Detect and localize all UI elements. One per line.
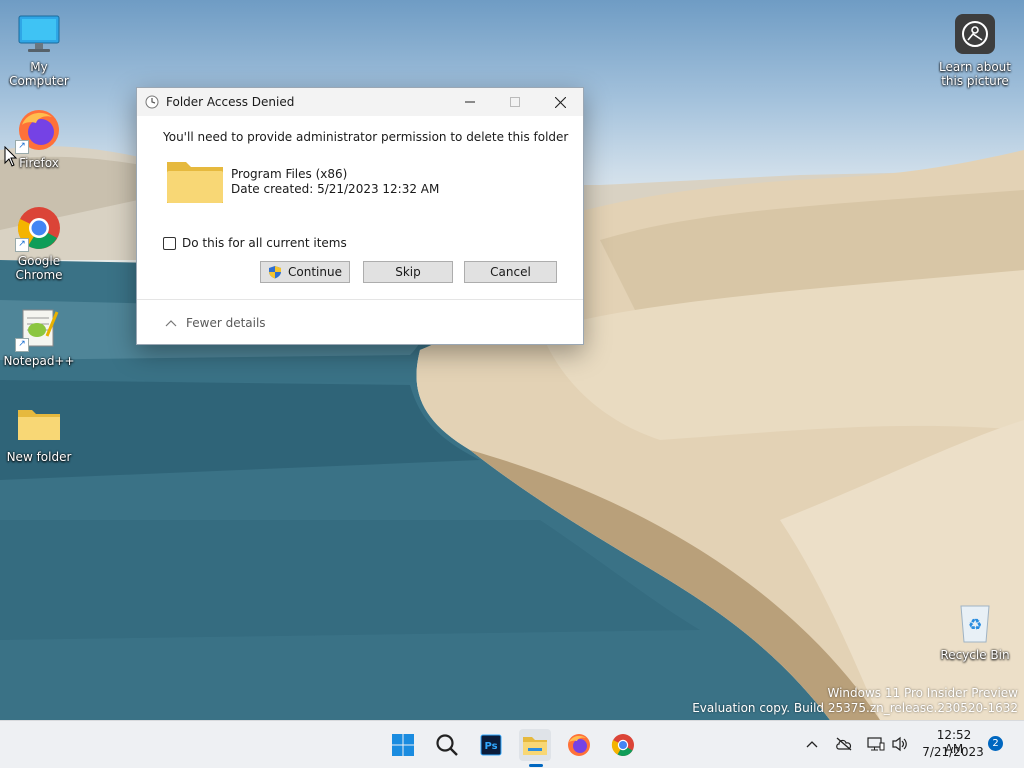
desktop-icon-label: Firefox xyxy=(19,156,59,170)
cloud-offline-icon xyxy=(836,737,852,751)
uac-shield-icon xyxy=(269,266,282,279)
desktop-icon-new-folder[interactable]: New folder xyxy=(0,400,78,464)
desktop-icon-google-chrome[interactable]: ↗ Google Chrome xyxy=(0,204,78,282)
minimize-button[interactable] xyxy=(447,88,493,116)
dialog-divider xyxy=(137,299,583,300)
fewer-details-toggle[interactable]: Fewer details xyxy=(165,316,266,330)
desktop-icon-label: Recycle Bin xyxy=(940,648,1010,662)
volume-tray-button[interactable] xyxy=(891,735,909,753)
monitor-icon xyxy=(15,10,63,58)
start-button[interactable] xyxy=(387,729,419,761)
desktop-icon-label: Learn about this picture xyxy=(939,60,1011,88)
skip-button[interactable]: Skip xyxy=(363,261,453,283)
fewer-details-label: Fewer details xyxy=(186,316,266,330)
minimize-icon xyxy=(465,101,475,103)
cancel-button[interactable]: Cancel xyxy=(464,261,557,283)
desktop-icon-learn-about-picture[interactable]: Learn about this picture xyxy=(936,10,1014,88)
checkbox-box[interactable] xyxy=(163,236,176,250)
desktop-icon-recycle-bin[interactable]: ♻ Recycle Bin xyxy=(936,598,1014,662)
maximize-button xyxy=(492,88,538,116)
chrome-icon xyxy=(611,734,634,756)
dialog-title: Folder Access Denied xyxy=(166,95,295,109)
show-hidden-icons-button[interactable] xyxy=(803,735,821,753)
network-wired-icon xyxy=(867,737,885,751)
continue-button[interactable]: Continue xyxy=(260,261,350,283)
chevron-up-icon xyxy=(165,320,177,327)
svg-text:Ps: Ps xyxy=(484,741,497,752)
checkbox-label[interactable]: Do this for all current items xyxy=(182,236,347,250)
folder-access-denied-dialog: Folder Access Denied You'll need to prov… xyxy=(136,87,584,345)
desktop-icon-label: Notepad++ xyxy=(3,354,75,368)
watermark-build: Evaluation copy. Build 25375.zn_release.… xyxy=(692,701,1018,715)
recycle-bin-icon: ♻ xyxy=(951,598,999,646)
firefox-icon xyxy=(568,734,590,756)
dialog-message: You'll need to provide administrator per… xyxy=(163,130,569,144)
active-app-indicator xyxy=(529,764,543,767)
dialog-titlebar[interactable]: Folder Access Denied xyxy=(137,88,583,116)
mouse-cursor-icon xyxy=(4,146,18,167)
cancel-button-label: Cancel xyxy=(490,265,531,279)
shortcut-arrow-icon: ↗ xyxy=(15,338,29,352)
folder-icon xyxy=(15,400,63,448)
chevron-up-icon xyxy=(806,741,818,748)
desktop-icon-my-computer[interactable]: My Computer xyxy=(0,10,78,88)
taskbar: Ps 12:52 AM 7/21/2023 2 xyxy=(0,720,1024,768)
clock-icon xyxy=(145,95,159,109)
do-for-all-checkbox[interactable]: Do this for all current items xyxy=(163,236,347,250)
maximize-icon xyxy=(510,97,520,107)
speaker-icon xyxy=(892,736,907,752)
taskbar-photoshop[interactable]: Ps xyxy=(475,729,507,761)
desktop-icon-label: My Computer xyxy=(9,60,69,88)
skip-button-label: Skip xyxy=(395,265,421,279)
taskbar-firefox[interactable] xyxy=(563,729,595,761)
photoshop-icon: Ps xyxy=(480,734,502,756)
svg-text:♻: ♻ xyxy=(968,615,982,634)
search-icon xyxy=(436,734,458,756)
close-button[interactable] xyxy=(537,88,583,116)
clock-date[interactable]: 7/21/2023 xyxy=(922,745,984,759)
notification-badge[interactable]: 2 xyxy=(988,736,1003,751)
folder-name: Program Files (x86) xyxy=(231,167,348,181)
firefox-icon: ↗ xyxy=(15,106,63,154)
file-explorer-icon xyxy=(523,737,547,755)
network-tray-button[interactable] xyxy=(867,735,885,753)
camera-info-icon xyxy=(951,10,999,58)
desktop-icon-label: Google Chrome xyxy=(15,254,63,282)
watermark-edition: Windows 11 Pro Insider Preview xyxy=(827,686,1018,700)
notepad-plus-plus-icon: ↗ xyxy=(15,304,63,352)
taskbar-file-explorer[interactable] xyxy=(519,729,551,761)
continue-button-label: Continue xyxy=(288,265,342,279)
close-icon xyxy=(554,96,566,108)
desktop-icon-label: New folder xyxy=(6,450,72,464)
search-button[interactable] xyxy=(431,729,463,761)
folder-icon xyxy=(167,162,223,203)
taskbar-chrome[interactable] xyxy=(607,729,639,761)
folder-date-created: Date created: 5/21/2023 12:32 AM xyxy=(231,182,440,196)
chrome-icon: ↗ xyxy=(15,204,63,252)
shortcut-arrow-icon: ↗ xyxy=(15,238,29,252)
windows-logo-icon xyxy=(392,734,414,756)
onedrive-tray-button[interactable] xyxy=(835,735,853,753)
desktop-icon-notepad-plus-plus[interactable]: ↗ Notepad++ xyxy=(0,304,78,368)
